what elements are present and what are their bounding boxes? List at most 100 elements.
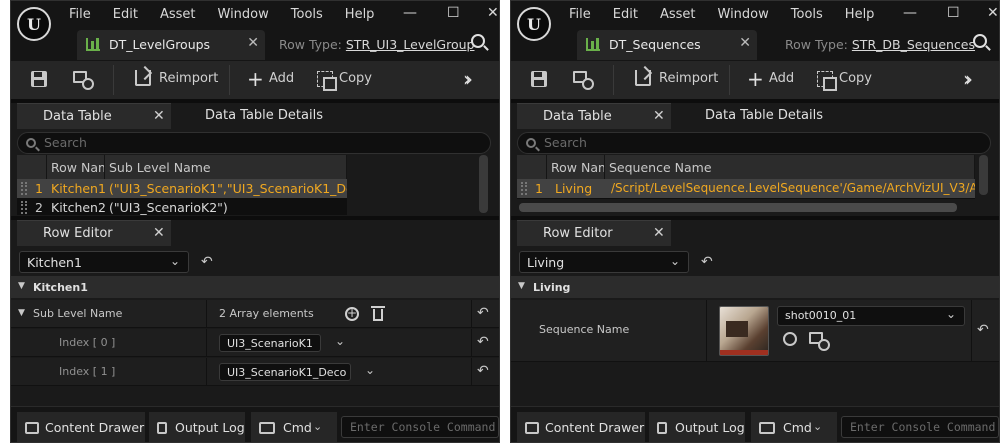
chevron-more-icon[interactable]: ››: [963, 67, 973, 91]
row-select-dropdown[interactable]: Living ⌄: [519, 251, 689, 273]
drag-handle-icon[interactable]: [21, 182, 27, 195]
tab-row-editor[interactable]: Row Editor ✕: [517, 220, 671, 246]
table-row[interactable]: 1 Kitchen1 ("UI3_ScenarioK1","UI3_Scenar…: [17, 179, 347, 198]
copy-icon: [817, 71, 837, 91]
close-icon[interactable]: ✕: [653, 225, 665, 241]
trash-icon[interactable]: [371, 306, 385, 321]
row-type-link[interactable]: STR_DB_Sequences: [852, 37, 975, 52]
search-input[interactable]: Search: [517, 132, 991, 154]
expand-icon[interactable]: ▼: [18, 308, 25, 318]
menu-window[interactable]: Window: [218, 7, 269, 22]
category-header[interactable]: ▼ Kitchen1: [11, 276, 499, 298]
output-log-button[interactable]: Output Log: [149, 412, 245, 442]
tab-data-table[interactable]: Data Table ✕: [517, 103, 671, 129]
tab-row-editor[interactable]: Row Editor ✕: [17, 220, 171, 246]
add-button[interactable]: Add: [769, 71, 794, 86]
tab-data-table-details[interactable]: Data Table Details: [679, 103, 839, 129]
vertical-scrollbar[interactable]: [479, 155, 488, 213]
use-selected-icon[interactable]: [783, 332, 797, 346]
reset-icon[interactable]: ↶: [477, 334, 489, 350]
reset-icon[interactable]: ↶: [477, 305, 489, 321]
menu-tools[interactable]: Tools: [291, 7, 323, 22]
browse-asset-icon[interactable]: [809, 332, 830, 351]
asset-picker-dropdown[interactable]: shot0010_01 ⌄: [777, 306, 965, 326]
chevron-down-icon: ⌄: [813, 420, 823, 433]
search-icon[interactable]: [471, 34, 485, 48]
browse-icon[interactable]: [573, 71, 594, 90]
toolbar: Reimport + Add Copy ››: [511, 61, 999, 99]
menu-edit[interactable]: Edit: [613, 7, 638, 22]
close-icon[interactable]: ✕: [987, 5, 999, 21]
chevron-down-icon[interactable]: ⌄: [335, 334, 345, 348]
asset-thumbnail[interactable]: [719, 306, 769, 356]
document-tab[interactable]: DT_Sequences ✕: [577, 30, 757, 60]
tab-data-table[interactable]: Data Table ✕: [17, 103, 171, 129]
maximize-icon[interactable]: ☐: [947, 5, 960, 21]
chevron-more-icon[interactable]: ››: [463, 67, 473, 91]
maximize-icon[interactable]: ☐: [447, 5, 460, 21]
row-type-link[interactable]: STR_UI3_LevelGroup: [346, 37, 475, 52]
close-icon[interactable]: ✕: [247, 35, 259, 51]
vertical-scrollbar[interactable]: [979, 155, 988, 195]
element-value-combo[interactable]: UI3_ScenarioK1_Deco: [219, 363, 351, 381]
menu-help[interactable]: Help: [845, 7, 875, 22]
close-icon[interactable]: ✕: [153, 225, 165, 241]
reimport-button[interactable]: Reimport: [659, 71, 718, 86]
console-input[interactable]: Enter Console Command: [841, 416, 999, 438]
save-icon[interactable]: [531, 71, 547, 87]
content-drawer-button[interactable]: Content Drawer: [17, 412, 145, 442]
tab-data-table-details[interactable]: Data Table Details: [179, 103, 339, 129]
minimize-icon[interactable]: —: [403, 5, 417, 21]
table-row[interactable]: 2 Kitchen2 ("UI3_ScenarioK2"): [17, 198, 347, 217]
menu-asset[interactable]: Asset: [660, 7, 696, 22]
add-button[interactable]: Add: [269, 71, 294, 86]
column-header-row-name[interactable]: Row Name: [547, 155, 605, 179]
copy-button[interactable]: Copy: [339, 71, 372, 86]
browse-icon[interactable]: [73, 71, 94, 90]
menu-asset[interactable]: Asset: [160, 7, 196, 22]
column-header-sub-level[interactable]: Sub Level Name: [105, 155, 347, 179]
search-icon[interactable]: [973, 34, 987, 48]
table-row[interactable]: 1 Living /Script/LevelSequence.LevelSequ…: [517, 179, 975, 198]
copy-button[interactable]: Copy: [839, 71, 872, 86]
category-header[interactable]: ▼ Living: [511, 276, 999, 298]
save-icon[interactable]: [31, 71, 47, 87]
reset-icon[interactable]: ↶: [701, 254, 713, 270]
reset-icon[interactable]: ↶: [977, 322, 989, 338]
chevron-down-icon[interactable]: ⌄: [365, 363, 375, 377]
unreal-logo-icon[interactable]: U: [517, 7, 551, 41]
content-drawer-button[interactable]: Content Drawer: [517, 412, 645, 442]
menu-file[interactable]: File: [69, 7, 91, 22]
document-tab[interactable]: DT_LevelGroups ✕: [77, 30, 265, 60]
search-input[interactable]: Search: [17, 132, 491, 154]
menu-file[interactable]: File: [569, 7, 591, 22]
menu-tools[interactable]: Tools: [791, 7, 823, 22]
reimport-button[interactable]: Reimport: [159, 71, 218, 86]
header-spacer: [17, 155, 47, 179]
close-icon[interactable]: ✕: [153, 108, 165, 124]
column-header-sequence-name[interactable]: Sequence Name: [605, 155, 975, 179]
element-value-combo[interactable]: UI3_ScenarioK1: [219, 334, 321, 352]
close-icon[interactable]: ✕: [487, 5, 499, 21]
menu-window[interactable]: Window: [718, 7, 769, 22]
cmd-button[interactable]: Cmd ⌄: [251, 412, 337, 442]
reset-icon[interactable]: ↶: [477, 363, 489, 379]
menu-edit[interactable]: Edit: [113, 7, 138, 22]
close-icon[interactable]: ✕: [653, 108, 665, 124]
menu-help[interactable]: Help: [345, 7, 375, 22]
console-input[interactable]: Enter Console Command: [341, 416, 499, 438]
drag-handle-icon[interactable]: [21, 201, 27, 214]
column-header-row-name[interactable]: Row Name: [47, 155, 105, 179]
unreal-logo-icon[interactable]: U: [17, 7, 51, 41]
close-icon[interactable]: ✕: [739, 35, 751, 51]
minimize-icon[interactable]: —: [903, 5, 917, 21]
horizontal-scrollbar[interactable]: [519, 203, 957, 212]
tab-data-table-label: Data Table: [543, 109, 612, 124]
cmd-button[interactable]: Cmd ⌄: [751, 412, 837, 442]
row-select-dropdown[interactable]: Kitchen1 ⌄: [19, 251, 189, 273]
drag-handle-icon[interactable]: [521, 182, 527, 195]
property-label: Sequence Name: [539, 323, 630, 336]
output-log-button[interactable]: Output Log: [649, 412, 745, 442]
reset-icon[interactable]: ↶: [201, 254, 213, 270]
add-element-icon[interactable]: +: [345, 307, 359, 321]
